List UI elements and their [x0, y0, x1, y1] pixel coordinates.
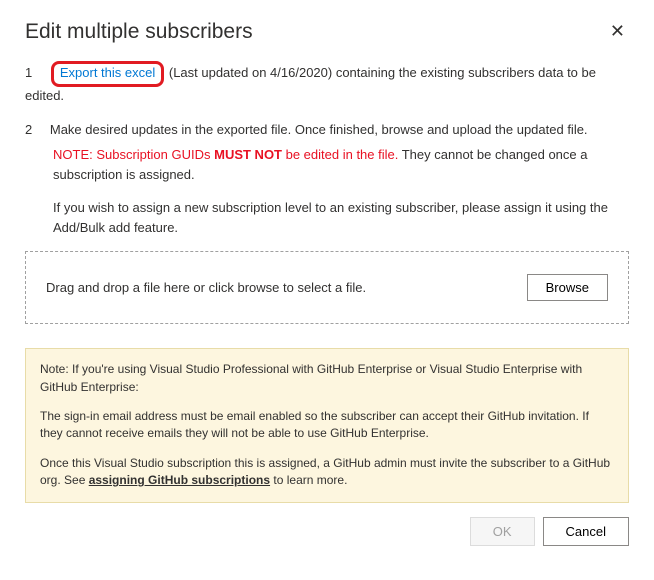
step-2-number: 2 [25, 122, 32, 137]
file-dropzone[interactable]: Drag and drop a file here or click brows… [25, 251, 629, 324]
info-box: Note: If you're using Visual Studio Prof… [25, 348, 629, 502]
dialog-header: Edit multiple subscribers ✕ [25, 20, 629, 44]
step-2-extra: If you wish to assign a new subscription… [53, 198, 629, 237]
info-p3: Once this Visual Studio subscription thi… [40, 455, 614, 490]
step-2-text: Make desired updates in the exported fil… [50, 122, 588, 137]
step-1-number: 1 [25, 65, 32, 80]
ok-button[interactable]: OK [470, 517, 535, 546]
cancel-button[interactable]: Cancel [543, 517, 629, 546]
dialog-footer: OK Cancel [25, 517, 629, 546]
browse-button[interactable]: Browse [527, 274, 608, 301]
info-p3b: to learn more. [270, 473, 347, 487]
export-excel-link[interactable]: Export this excel [60, 65, 155, 80]
export-highlight: Export this excel [51, 61, 164, 87]
dropzone-text: Drag and drop a file here or click brows… [46, 280, 366, 295]
step-2: 2 Make desired updates in the exported f… [25, 120, 629, 238]
note-suffix: be edited in the file. [282, 147, 398, 162]
info-p1: Note: If you're using Visual Studio Prof… [40, 361, 614, 396]
assigning-github-link[interactable]: assigning GitHub subscriptions [89, 473, 270, 487]
note-bold: MUST NOT [214, 147, 282, 162]
step-1: 1 Export this excel (Last updated on 4/1… [25, 62, 629, 106]
dialog-title: Edit multiple subscribers [25, 20, 253, 44]
step-2-note: NOTE: Subscription GUIDs MUST NOT be edi… [53, 145, 629, 184]
info-p2: The sign-in email address must be email … [40, 408, 614, 443]
close-button[interactable]: ✕ [606, 20, 629, 42]
note-prefix: NOTE: Subscription GUIDs [53, 147, 214, 162]
